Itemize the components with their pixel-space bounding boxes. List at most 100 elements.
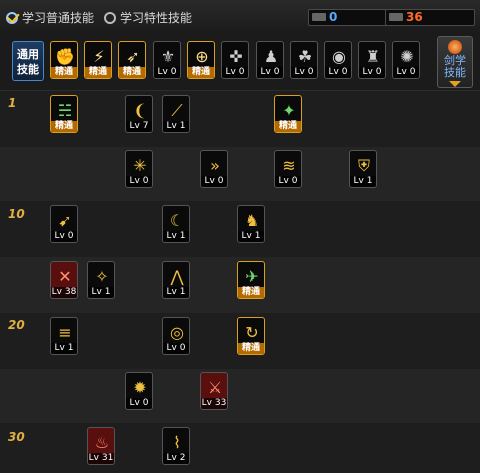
- ring-skill[interactable]: ◎ Lv 0: [162, 317, 190, 355]
- fist-skill[interactable]: ✊ 精通: [50, 41, 78, 79]
- claw-icon: ☵: [57, 101, 73, 120]
- wave-icon: ≋: [282, 156, 296, 175]
- orb-icon: [448, 40, 462, 54]
- cycle-skill[interactable]: ↻ 精通: [237, 317, 265, 355]
- muscle-skill[interactable]: ♜ Lv 0: [358, 41, 386, 79]
- sp-special-value: 36: [406, 10, 423, 24]
- skill-level-tag: 精通: [238, 287, 264, 298]
- skill-level-tag: Lv 0: [275, 176, 301, 187]
- skill-level-tag: Lv 38: [51, 287, 77, 298]
- skill-level-tag: Lv 0: [393, 67, 419, 78]
- slash-skill[interactable]: ❨ Lv 7: [125, 95, 153, 133]
- cycle-icon: ↻: [245, 323, 259, 342]
- skill-level-tag: Lv 1: [163, 121, 189, 132]
- tree-row: [0, 423, 480, 473]
- leap-icon: ✦: [282, 101, 296, 120]
- burst-skill[interactable]: ✳ Lv 0: [125, 150, 153, 188]
- flurry-icon: ≡: [58, 323, 72, 342]
- skill-level-tag: Lv 1: [51, 343, 77, 354]
- skill-level-tag: Lv 1: [163, 287, 189, 298]
- radio-icon: [104, 11, 116, 24]
- skill-level-tag: Lv 0: [163, 343, 189, 354]
- star-burst-icon: ✹: [133, 378, 147, 397]
- rage-skill[interactable]: ♨ Lv 31: [87, 427, 115, 465]
- swirl-skill[interactable]: ✺ Lv 0: [392, 41, 420, 79]
- sp-normal-value: 0: [329, 10, 338, 24]
- skill-level-tag: Lv 1: [350, 176, 376, 187]
- leaf-icon: ☘: [297, 47, 313, 66]
- skill-level-tag: Lv 0: [126, 398, 152, 409]
- warrior-icon: ♞: [244, 211, 260, 230]
- wing-slash-icon: ➹: [58, 211, 72, 230]
- warrior-skill[interactable]: ♞ Lv 1: [237, 205, 265, 243]
- whirl-skill[interactable]: ✧ Lv 1: [87, 261, 115, 299]
- shield-icon: ⛨: [357, 156, 370, 175]
- skill-level-tag: Lv 0: [291, 67, 317, 78]
- shield-skill[interactable]: ⛨ Lv 1: [349, 150, 377, 188]
- crescent-skill[interactable]: ☾ Lv 1: [162, 205, 190, 243]
- arrows-icon: »: [210, 156, 220, 175]
- leaf-skill[interactable]: ☘ Lv 0: [290, 41, 318, 79]
- skill-level-tag: Lv 0: [126, 176, 152, 187]
- sp-special-box: 36: [385, 9, 475, 26]
- tab-special-skills[interactable]: 学习特性技能: [104, 9, 192, 26]
- slash-icon: ❨: [133, 101, 147, 120]
- figure-skill[interactable]: ♟ Lv 0: [256, 41, 284, 79]
- skill-level-tag: 精通: [119, 67, 145, 78]
- skill-level-tag: 精通: [85, 67, 111, 78]
- tornado-skill[interactable]: ⌇ Lv 2: [162, 427, 190, 465]
- triangle-icon: ⋀: [170, 267, 184, 286]
- wing-slash-skill[interactable]: ➹ Lv 0: [50, 205, 78, 243]
- skill-level-tag: 精通: [51, 67, 77, 78]
- sweep-icon: ⟋: [171, 101, 183, 120]
- target-icon: ⊕: [195, 47, 209, 66]
- sp-special-icon: [389, 13, 403, 21]
- sword-skills-button[interactable]: 剑学技能: [437, 36, 473, 88]
- eye-skill[interactable]: ◉ Lv 0: [324, 41, 352, 79]
- tab-normal-label: 学习普通技能: [22, 11, 95, 25]
- runner-skill[interactable]: ➶ 精通: [118, 41, 146, 79]
- fire-strike-icon: ⚔: [207, 378, 223, 397]
- target-skill[interactable]: ⊕ 精通: [187, 41, 215, 79]
- skill-level-tag: Lv 31: [88, 453, 114, 464]
- radio-checked-icon: [6, 11, 18, 24]
- skill-level-tag: Lv 0: [359, 67, 385, 78]
- leap-skill[interactable]: ✦ 精通: [274, 95, 302, 133]
- whirl-icon: ✧: [95, 267, 109, 286]
- tree-row: [0, 147, 480, 201]
- wings-skill[interactable]: ⚜ Lv 0: [153, 41, 181, 79]
- skill-level-tag: Lv 1: [163, 231, 189, 242]
- claw-skill[interactable]: ☵ 精通: [50, 95, 78, 133]
- star-burst-skill[interactable]: ✹ Lv 0: [125, 372, 153, 410]
- tab-normal-skills[interactable]: 学习普通技能: [6, 9, 94, 26]
- arrows-skill[interactable]: » Lv 0: [200, 150, 228, 188]
- ring-icon: ◎: [170, 323, 184, 342]
- rage-icon: ♨: [94, 433, 110, 452]
- skill-level-tag: Lv 1: [88, 287, 114, 298]
- skill-level-tag: 精通: [275, 121, 301, 132]
- skill-level-tag: Lv 0: [257, 67, 283, 78]
- flurry-skill[interactable]: ≡ Lv 1: [50, 317, 78, 355]
- tornado-icon: ⌇: [173, 433, 181, 452]
- top-bar: 学习普通技能 学习特性技能 0 36: [0, 0, 480, 35]
- blood-strike-skill[interactable]: ✕ Lv 38: [50, 261, 78, 299]
- wave-skill[interactable]: ≋ Lv 0: [274, 150, 302, 188]
- crosshair-icon: ✜: [229, 47, 243, 66]
- tab-special-label: 学习特性技能: [120, 11, 193, 25]
- blade-icon: ✈: [245, 267, 259, 286]
- wings-icon: ⚜: [160, 47, 176, 66]
- triangle-skill[interactable]: ⋀ Lv 1: [162, 261, 190, 299]
- blood-strike-icon: ✕: [58, 267, 72, 286]
- muscle-icon: ♜: [365, 47, 381, 66]
- blade-skill[interactable]: ✈ 精通: [237, 261, 265, 299]
- sweep-skill[interactable]: ⟋ Lv 1: [162, 95, 190, 133]
- fist-icon: ✊: [55, 47, 75, 66]
- skill-level-tag: Lv 1: [238, 231, 264, 242]
- fire-strike-skill[interactable]: ⚔ Lv 33: [200, 372, 228, 410]
- skill-level-tag: Lv 0: [325, 67, 351, 78]
- dash-skill[interactable]: ⚡ 精通: [84, 41, 112, 79]
- skill-level-tag: Lv 0: [222, 67, 248, 78]
- eye-icon: ◉: [332, 47, 346, 66]
- crosshair-skill[interactable]: ✜ Lv 0: [221, 41, 249, 79]
- skill-level-tag: Lv 0: [201, 176, 227, 187]
